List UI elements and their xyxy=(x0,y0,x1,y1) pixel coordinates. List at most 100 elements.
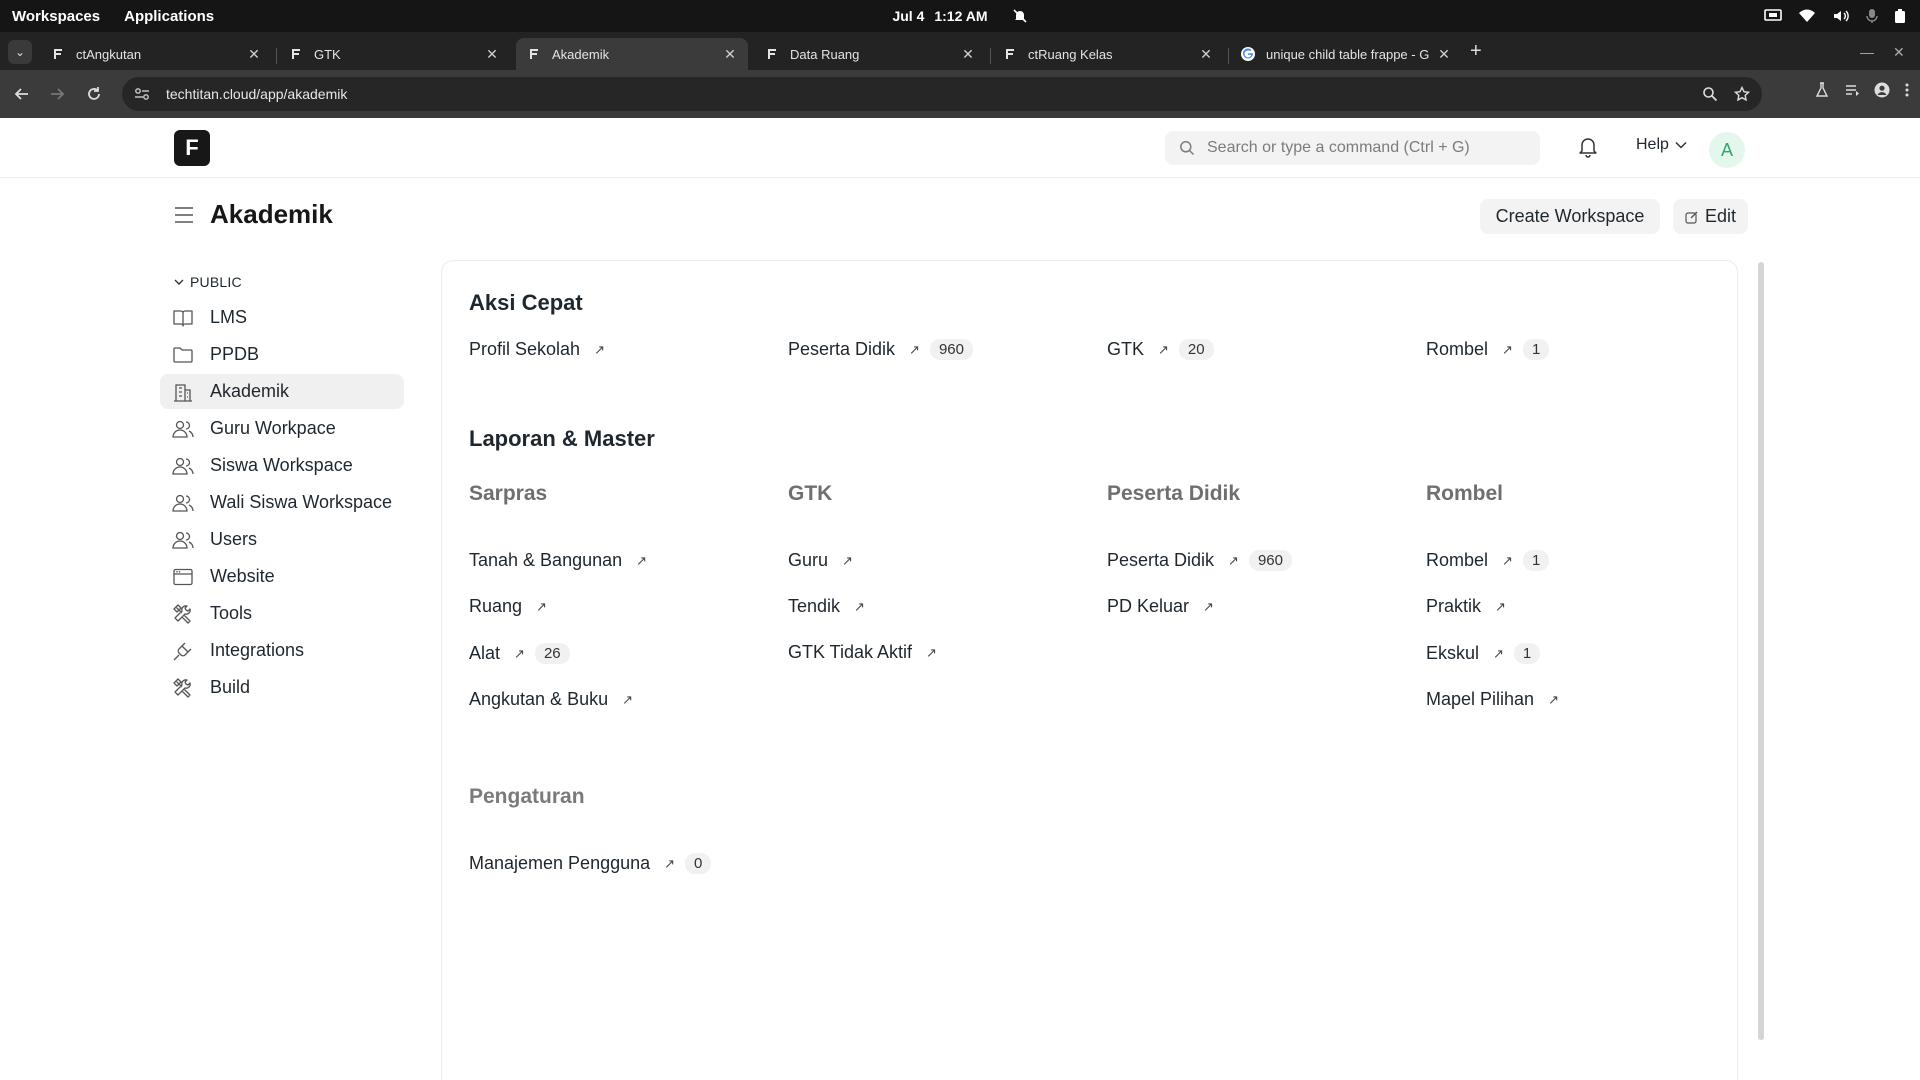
avatar[interactable]: A xyxy=(1709,132,1745,168)
external-arrow-icon: ↗ xyxy=(622,691,634,707)
sidebar-item-label: LMS xyxy=(210,307,248,327)
search-input[interactable] xyxy=(1207,139,1540,157)
profile-icon[interactable] xyxy=(1874,82,1890,98)
create-workspace-button[interactable]: Create Workspace xyxy=(1480,199,1660,234)
report-link[interactable]: Peserta Didik ↗ 960 xyxy=(1107,550,1292,571)
sidebar-item-siswa-workspace[interactable]: Siswa Workspace xyxy=(160,448,404,483)
labs-flask-icon[interactable] xyxy=(1814,82,1830,98)
close-icon[interactable]: ✕ xyxy=(1436,46,1452,63)
shortcut-link[interactable]: Rombel ↗ 1 xyxy=(1426,339,1550,360)
browser-tab[interactable]: ctAngkutan ✕ xyxy=(40,38,272,70)
tab-title: ctAngkutan xyxy=(76,46,142,62)
back-arrow-icon[interactable] xyxy=(10,82,34,106)
frappe-icon xyxy=(526,46,542,62)
edit-icon xyxy=(1685,210,1699,224)
browser-tab[interactable]: unique child table frappe - G ✕ xyxy=(1230,38,1462,70)
report-link[interactable]: Praktik ↗ xyxy=(1426,596,1506,617)
battery-icon[interactable] xyxy=(1894,8,1906,24)
app-logo[interactable]: F xyxy=(174,130,210,166)
edit-button[interactable]: Edit xyxy=(1673,199,1748,234)
report-link[interactable]: Guru ↗ xyxy=(788,550,853,571)
count-badge: 0 xyxy=(685,853,712,874)
close-icon[interactable]: ✕ xyxy=(722,46,738,63)
search-icon xyxy=(1179,140,1195,156)
close-icon[interactable]: ✕ xyxy=(246,46,262,63)
card-title: GTK xyxy=(788,482,833,505)
sidebar-item-users[interactable]: Users xyxy=(160,522,404,557)
external-arrow-icon: ↗ xyxy=(1493,645,1504,661)
wifi-icon[interactable] xyxy=(1798,9,1816,23)
reload-icon[interactable] xyxy=(82,82,106,106)
sidebar-item-label: Akademik xyxy=(210,381,290,401)
report-link[interactable]: Ruang ↗ xyxy=(469,596,547,617)
volume-icon[interactable] xyxy=(1832,9,1850,23)
microphone-icon[interactable] xyxy=(1866,8,1878,24)
zoom-icon[interactable] xyxy=(1702,86,1718,102)
browser-toolbar: techtitan.cloud/app/akademik xyxy=(0,70,1920,118)
shortcut-link[interactable]: GTK ↗ 20 xyxy=(1107,339,1214,360)
tab-search-button[interactable]: ⌄ xyxy=(8,40,32,64)
sidebar-item-website[interactable]: Website xyxy=(160,559,404,594)
card-title: Peserta Didik xyxy=(1107,482,1241,505)
sidebar-section-label: PUBLIC xyxy=(190,274,242,290)
external-arrow-icon: ↗ xyxy=(1502,341,1513,357)
report-link[interactable]: Alat ↗ 26 xyxy=(469,643,570,664)
report-link[interactable]: Mapel Pilihan ↗ xyxy=(1426,689,1559,710)
close-icon[interactable]: ✕ xyxy=(484,46,500,63)
sidebar-item-guru-workpace[interactable]: Guru Workpace xyxy=(160,411,404,446)
link-label: Angkutan & Buku xyxy=(469,689,609,709)
notification-bell-icon[interactable] xyxy=(1578,136,1600,158)
browser-tab-active[interactable]: Akademik ✕ xyxy=(516,38,748,70)
minimize-icon[interactable]: — xyxy=(1860,44,1874,60)
report-link[interactable]: Angkutan & Buku ↗ xyxy=(469,689,633,710)
sidebar-item-build[interactable]: Build xyxy=(160,670,404,705)
report-link[interactable]: Tendik ↗ xyxy=(788,596,865,617)
shortcut-link[interactable]: Peserta Didik ↗ 960 xyxy=(788,339,973,360)
close-icon[interactable]: ✕ xyxy=(960,46,976,63)
screen-share-icon[interactable] xyxy=(1764,9,1782,23)
close-window-icon[interactable]: ✕ xyxy=(1893,44,1905,61)
report-link[interactable]: GTK Tidak Aktif ↗ xyxy=(788,642,937,663)
sidebar-item-wali-siswa-workspace[interactable]: Wali Siswa Workspace xyxy=(160,485,404,520)
report-link[interactable]: Tanah & Bangunan ↗ xyxy=(469,550,647,571)
book-icon xyxy=(172,307,194,329)
link-label: Peserta Didik xyxy=(1107,550,1215,570)
browser-tab[interactable]: ctRuang Kelas ✕ xyxy=(992,38,1224,70)
report-link[interactable]: PD Keluar ↗ xyxy=(1107,596,1214,617)
clock[interactable]: Jul 4 1:12 AM xyxy=(0,0,1920,32)
browser-tab[interactable]: GTK ✕ xyxy=(278,38,510,70)
close-icon[interactable]: ✕ xyxy=(1198,46,1214,63)
address-bar[interactable]: techtitan.cloud/app/akademik xyxy=(122,77,1762,111)
sidebar-item-akademik[interactable]: Akademik xyxy=(160,374,404,409)
sidebar-item-integrations[interactable]: Integrations xyxy=(160,633,404,668)
shortcut-link[interactable]: Profil Sekolah ↗ xyxy=(469,339,605,360)
external-arrow-icon: ↗ xyxy=(536,598,547,614)
scrollbar[interactable] xyxy=(1758,262,1764,1040)
external-arrow-icon: ↗ xyxy=(594,341,605,357)
sidebar-section-public[interactable]: PUBLIC xyxy=(174,274,242,290)
settings-link[interactable]: Manajemen Pengguna ↗ 0 xyxy=(469,853,712,874)
new-tab-button[interactable]: + xyxy=(1470,41,1482,61)
help-dropdown[interactable]: Help xyxy=(1636,136,1687,154)
bookmark-star-icon[interactable] xyxy=(1734,86,1750,102)
count-badge: 1 xyxy=(1522,550,1550,571)
sidebar-item-tools[interactable]: Tools xyxy=(160,596,404,631)
browser-menu-icon[interactable] xyxy=(1904,82,1910,98)
report-link[interactable]: Ekskul ↗ 1 xyxy=(1426,643,1541,664)
sidebar-toggle-icon[interactable] xyxy=(174,206,196,228)
site-settings-icon[interactable] xyxy=(134,87,154,101)
sidebar-item-ppdb[interactable]: PPDB xyxy=(160,337,404,372)
page-title: Akademik xyxy=(210,199,333,229)
report-link[interactable]: Rombel ↗ 1 xyxy=(1426,550,1550,571)
forward-arrow-icon[interactable] xyxy=(45,82,69,106)
browser-tab[interactable]: Data Ruang ✕ xyxy=(754,38,986,70)
card-title: Rombel xyxy=(1426,482,1504,505)
external-arrow-icon: ↗ xyxy=(1158,341,1169,357)
media-queue-icon[interactable] xyxy=(1844,82,1860,98)
sidebar-item-lms[interactable]: LMS xyxy=(160,300,404,335)
building-icon xyxy=(172,381,194,403)
frappe-icon xyxy=(1002,46,1018,62)
awesome-bar[interactable] xyxy=(1165,131,1540,165)
external-arrow-icon: ↗ xyxy=(1495,598,1506,614)
count-badge: 26 xyxy=(534,643,570,664)
